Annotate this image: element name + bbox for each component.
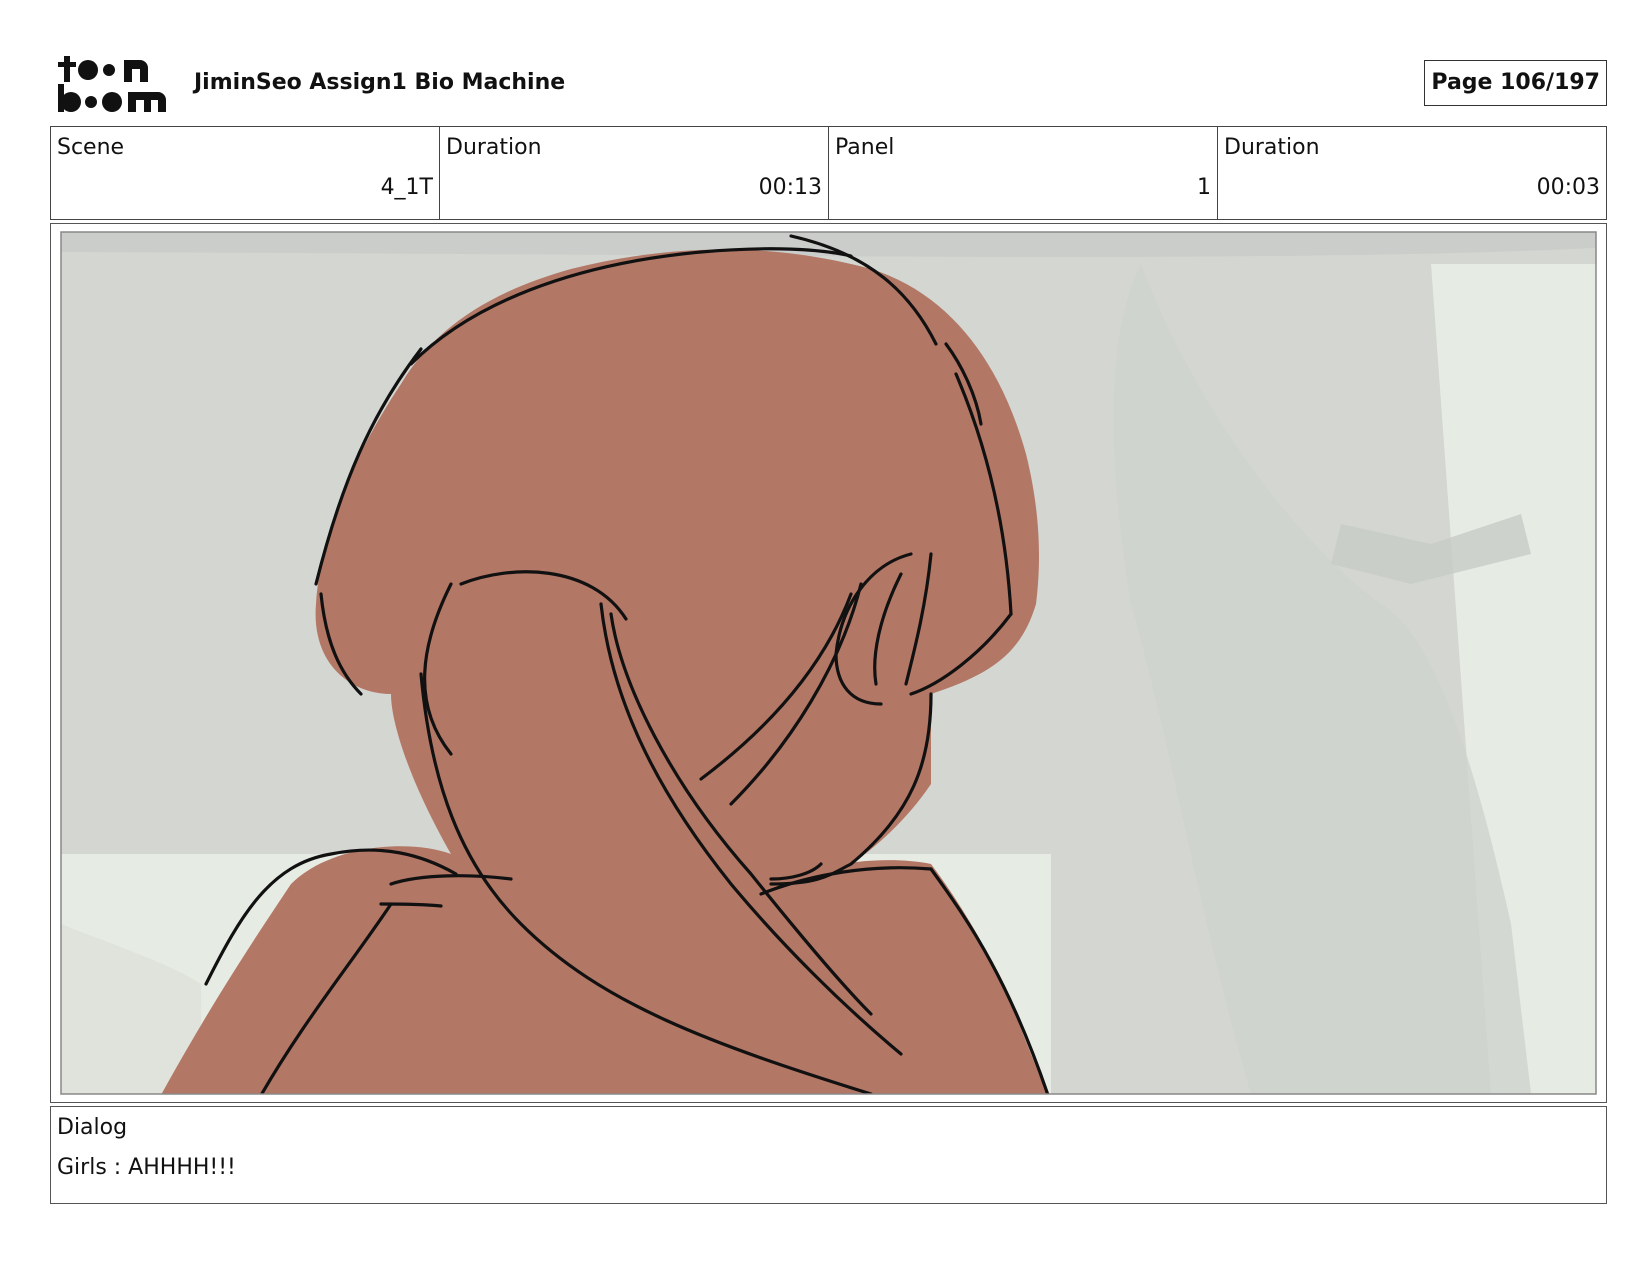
panel-duration-value: 00:03 <box>1536 175 1600 200</box>
scene-cell: Scene 4_1T <box>51 127 440 219</box>
panel-drawing <box>60 231 1597 1095</box>
project-title: JiminSeo Assign1 Bio Machine <box>194 70 566 95</box>
toonboom-logo <box>58 56 166 112</box>
panel-value: 1 <box>1197 175 1211 200</box>
scene-duration-label: Duration <box>446 135 542 160</box>
scene-duration-value: 00:13 <box>758 175 822 200</box>
dialog-text: Girls : AHHHH!!! <box>57 1155 236 1180</box>
scene-value: 4_1T <box>380 175 433 200</box>
info-row: Scene 4_1T Duration 00:13 Panel 1 Durati… <box>50 126 1607 220</box>
panel-duration-label: Duration <box>1224 135 1320 160</box>
panel-duration-cell: Duration 00:03 <box>1218 127 1606 219</box>
storyboard-panel <box>50 223 1607 1103</box>
scene-duration-cell: Duration 00:13 <box>440 127 829 219</box>
page-number: Page 106/197 <box>1424 60 1607 106</box>
dialog-label: Dialog <box>57 1115 128 1140</box>
scene-label: Scene <box>57 135 125 160</box>
panel-cell: Panel 1 <box>829 127 1218 219</box>
header: JiminSeo Assign1 Bio Machine Page 106/19… <box>50 50 1607 118</box>
panel-label: Panel <box>835 135 895 160</box>
dialog-box: Dialog Girls : AHHHH!!! <box>50 1106 1607 1204</box>
